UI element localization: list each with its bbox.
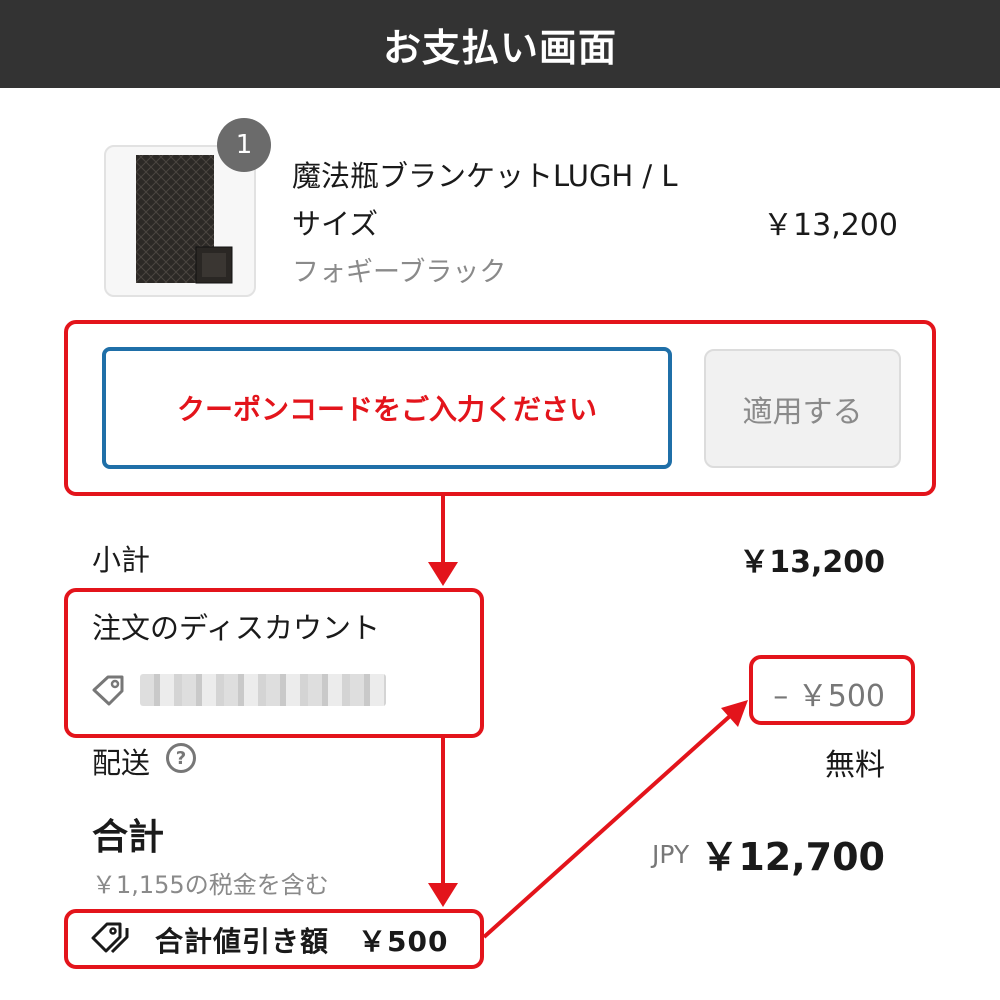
discount-label: 注文のディスカウント bbox=[92, 611, 380, 645]
coupon-placeholder: クーポンコードをご入力ください bbox=[176, 393, 597, 426]
arrow-total-to-discount-value-line bbox=[482, 714, 732, 939]
quantity-badge: 1 bbox=[217, 118, 271, 172]
help-icon[interactable]: ? bbox=[166, 743, 196, 773]
shipping-label: 配送 bbox=[92, 746, 151, 780]
apply-coupon-button[interactable]: 適用する bbox=[704, 349, 901, 468]
tag-icon bbox=[92, 675, 124, 706]
product-variant: フォギーブラック bbox=[292, 257, 507, 288]
grand-total: ￥12,700 bbox=[700, 835, 885, 879]
discount-value: – ￥500 bbox=[773, 679, 885, 714]
subtotal-label: 小計 bbox=[92, 543, 151, 577]
tags-icon bbox=[91, 922, 129, 954]
page-title: お支払い画面 bbox=[382, 25, 617, 70]
total-discount-amount: 合計値引き額 ￥500 bbox=[155, 925, 449, 958]
subtotal-value: ￥13,200 bbox=[739, 545, 885, 580]
product-name: 魔法瓶ブランケットLUGH / L サイズ bbox=[292, 152, 732, 248]
currency-code: JPY bbox=[652, 840, 690, 869]
product-price: ￥13,200 bbox=[763, 208, 898, 243]
total-label: 合計 bbox=[92, 817, 165, 858]
product-name-line2: サイズ bbox=[292, 207, 379, 241]
product-name-line1: 魔法瓶ブランケットLUGH / L bbox=[292, 159, 678, 193]
discount-code-blurred bbox=[140, 674, 386, 706]
arrow-discount-to-total-head bbox=[428, 883, 458, 907]
shipping-value: 無料 bbox=[825, 748, 885, 783]
page-header: お支払い画面 bbox=[0, 0, 1000, 88]
coupon-code-input[interactable]: クーポンコードをご入力ください bbox=[102, 347, 672, 469]
tax-note: ￥1,155の税金を含む bbox=[92, 871, 329, 899]
arrow-total-to-discount-value-head bbox=[721, 700, 748, 727]
arrow-coupon-to-discount-head bbox=[428, 562, 458, 586]
